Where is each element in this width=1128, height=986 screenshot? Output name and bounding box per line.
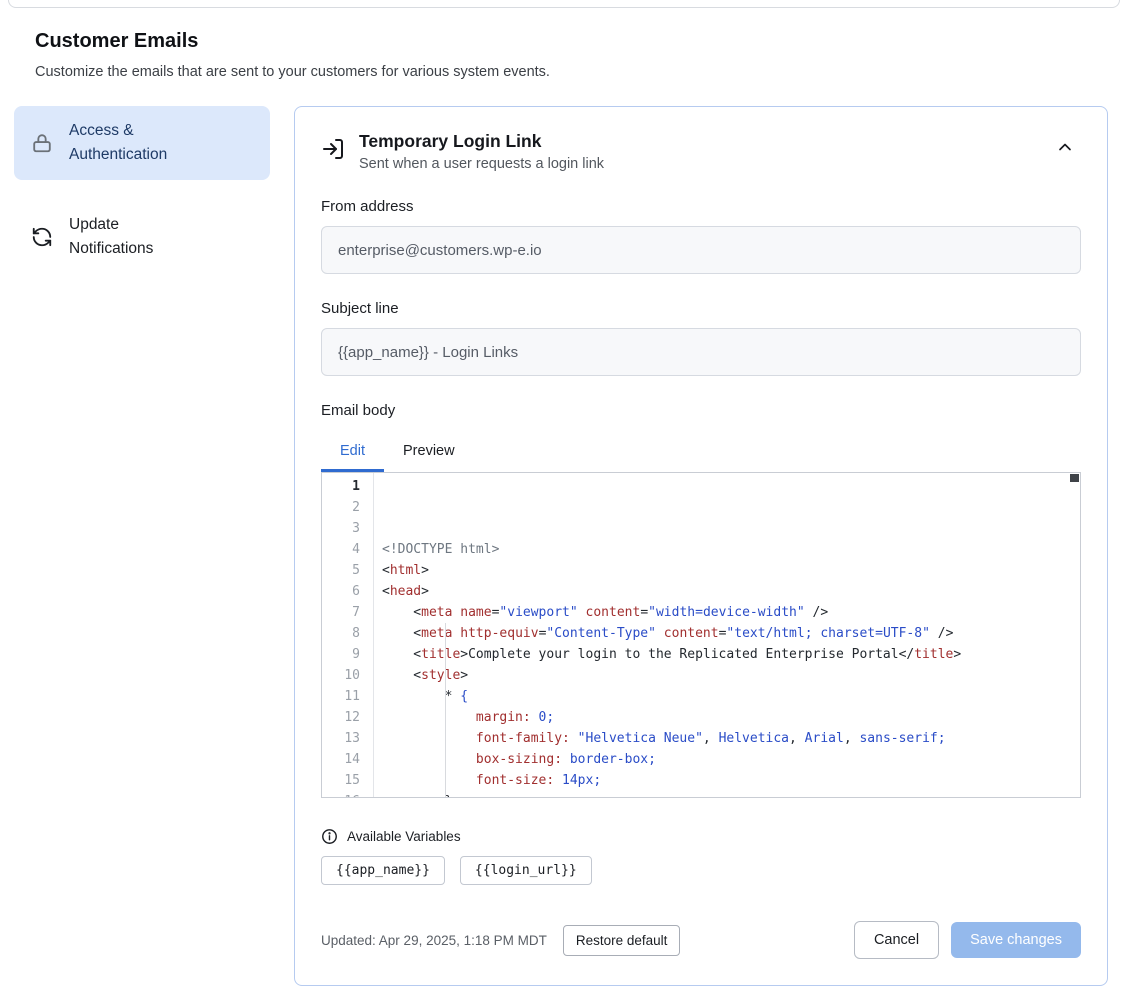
indent-guide bbox=[445, 623, 446, 797]
collapse-button[interactable] bbox=[1049, 131, 1081, 163]
code-line: <meta name="viewport" content="width=dev… bbox=[382, 602, 1080, 623]
line-number: 4 bbox=[322, 539, 360, 560]
sidebar-item-label: Update Notifications bbox=[69, 213, 199, 261]
line-number: 13 bbox=[322, 728, 360, 749]
line-number: 16 bbox=[322, 791, 360, 798]
line-number: 11 bbox=[322, 686, 360, 707]
line-number: 14 bbox=[322, 749, 360, 770]
restore-default-button[interactable]: Restore default bbox=[563, 925, 681, 956]
code-line: <!DOCTYPE html> bbox=[382, 539, 1080, 560]
line-number: 6 bbox=[322, 581, 360, 602]
previous-card-bottom-edge bbox=[8, 0, 1120, 8]
sidebar-item-label: Access & Authentication bbox=[69, 119, 199, 167]
code-line: box-sizing: border-box; bbox=[382, 749, 1080, 770]
code-line: <head> bbox=[382, 581, 1080, 602]
tab-preview[interactable]: Preview bbox=[384, 430, 474, 472]
info-icon bbox=[321, 828, 338, 845]
tab-edit[interactable]: Edit bbox=[321, 430, 384, 472]
code-line: <html> bbox=[382, 560, 1080, 581]
line-number: 2 bbox=[322, 497, 360, 518]
code-line: * { bbox=[382, 686, 1080, 707]
panel-subtitle: Sent when a user requests a login link bbox=[359, 156, 604, 172]
editor-scrollbar-thumb[interactable] bbox=[1070, 474, 1079, 482]
page-header: Customer Emails Customize the emails tha… bbox=[0, 8, 1128, 80]
line-number: 9 bbox=[322, 644, 360, 665]
code-line: <title>Complete your login to the Replic… bbox=[382, 644, 1080, 665]
code-line: font-size: 14px; bbox=[382, 770, 1080, 791]
line-number: 1 bbox=[322, 476, 360, 497]
code-line: } bbox=[382, 791, 1080, 797]
from-address-label: From address bbox=[321, 198, 1081, 215]
cancel-button[interactable]: Cancel bbox=[854, 921, 939, 959]
variable-chip[interactable]: {{app_name}} bbox=[321, 856, 445, 885]
line-number: 12 bbox=[322, 707, 360, 728]
panel-header: Temporary Login Link Sent when a user re… bbox=[321, 131, 1081, 172]
available-variables-section: Available Variables {{app_name}} {{login_… bbox=[321, 828, 1081, 885]
panel-footer: Updated: Apr 29, 2025, 1:18 PM MDT Resto… bbox=[321, 921, 1081, 959]
line-number: 3 bbox=[322, 518, 360, 539]
panel-title: Temporary Login Link bbox=[359, 131, 604, 152]
line-number: 15 bbox=[322, 770, 360, 791]
editor-gutter: 12345678910111213141516 bbox=[322, 473, 374, 797]
available-variables-header: Available Variables bbox=[321, 828, 1081, 845]
sidebar-item-update-notifications[interactable]: Update Notifications bbox=[14, 200, 270, 274]
line-number: 10 bbox=[322, 665, 360, 686]
chevron-up-icon bbox=[1055, 137, 1075, 157]
code-line: margin: 0; bbox=[382, 707, 1080, 728]
lock-icon bbox=[30, 131, 54, 155]
line-number: 8 bbox=[322, 623, 360, 644]
subject-line-input[interactable] bbox=[321, 328, 1081, 376]
save-changes-button[interactable]: Save changes bbox=[951, 922, 1081, 958]
temporary-login-link-panel: Temporary Login Link Sent when a user re… bbox=[294, 106, 1108, 986]
variable-chips: {{app_name}} {{login_url}} bbox=[321, 856, 1081, 885]
variable-chip[interactable]: {{login_url}} bbox=[460, 856, 592, 885]
code-editor[interactable]: 12345678910111213141516 <!DOCTYPE html><… bbox=[321, 472, 1081, 798]
page-title: Customer Emails bbox=[35, 30, 1107, 53]
panel-header-text: Temporary Login Link Sent when a user re… bbox=[359, 131, 604, 172]
from-address-input[interactable] bbox=[321, 226, 1081, 274]
email-types-sidebar: Access & Authentication Update Notificat… bbox=[14, 106, 270, 274]
line-number: 7 bbox=[322, 602, 360, 623]
email-body-tabs: Edit Preview bbox=[321, 430, 1081, 472]
email-body-label: Email body bbox=[321, 402, 1081, 419]
available-variables-label: Available Variables bbox=[347, 829, 461, 844]
page-subtitle: Customize the emails that are sent to yo… bbox=[35, 64, 1107, 80]
line-number: 5 bbox=[322, 560, 360, 581]
code-line: font-family: "Helvetica Neue", Helvetica… bbox=[382, 728, 1080, 749]
content-area: Access & Authentication Update Notificat… bbox=[0, 106, 1128, 986]
login-icon bbox=[321, 137, 345, 161]
refresh-icon bbox=[30, 225, 54, 249]
code-line: <meta http-equiv="Content-Type" content=… bbox=[382, 623, 1080, 644]
updated-timestamp: Updated: Apr 29, 2025, 1:18 PM MDT bbox=[321, 933, 547, 948]
code-line: <style> bbox=[382, 665, 1080, 686]
editor-code[interactable]: <!DOCTYPE html><html><head> <meta name="… bbox=[374, 473, 1080, 797]
sidebar-item-access-authentication[interactable]: Access & Authentication bbox=[14, 106, 270, 180]
subject-line-label: Subject line bbox=[321, 300, 1081, 317]
